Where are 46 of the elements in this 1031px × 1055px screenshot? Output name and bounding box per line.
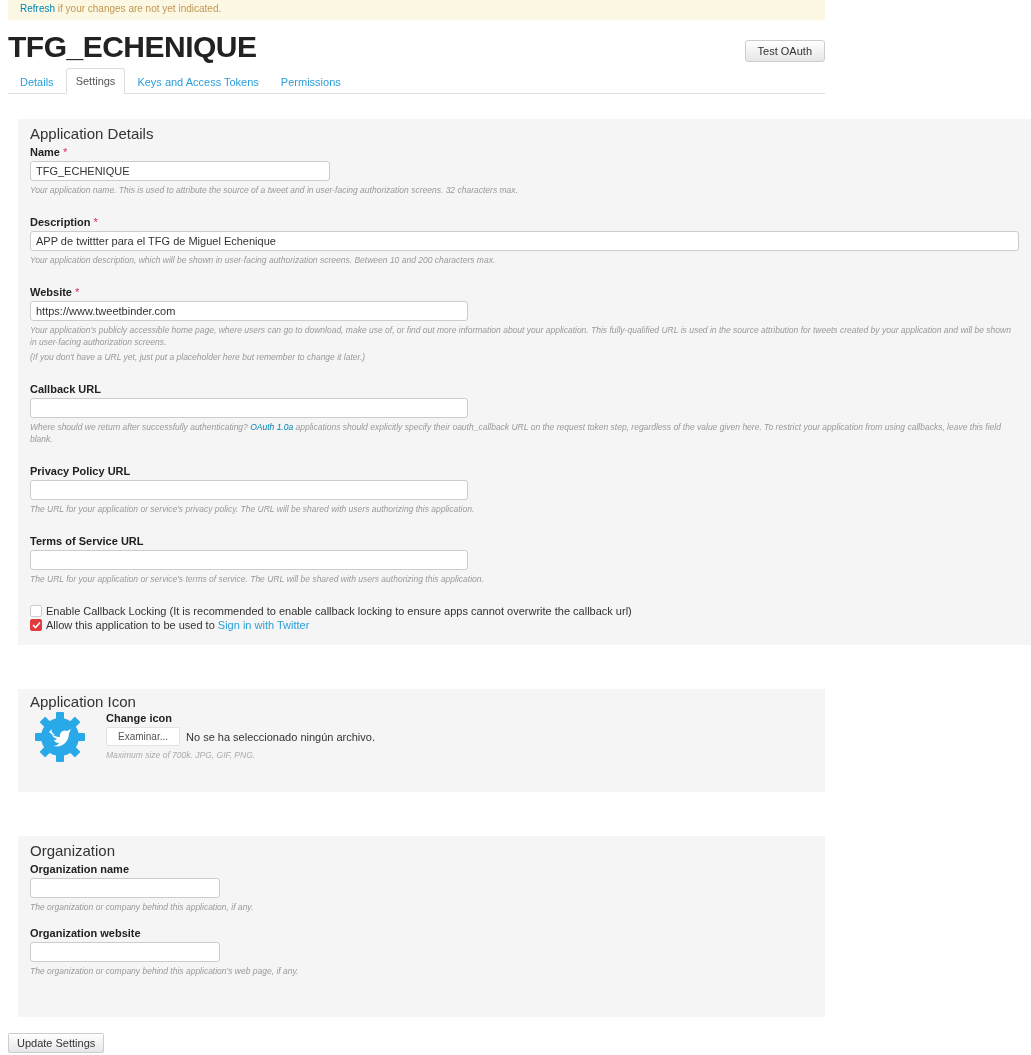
oauth-link[interactable]: OAuth 1.0a	[250, 422, 294, 432]
field-label: Website	[30, 286, 72, 298]
help-text: The organization or company behind this application, if any.	[30, 901, 255, 913]
update-settings-button[interactable]: Update Settings	[8, 1033, 105, 1053]
section-heading: Application Icon	[30, 693, 137, 710]
input-field[interactable]: https://www.tweetbinder.com	[30, 301, 468, 321]
required-asterisk: *	[62, 146, 68, 158]
file-status-text: No se ha seleccionado ningún archivo.	[186, 730, 375, 743]
section-heading: Application Details	[30, 125, 155, 142]
tab[interactable]: Settings	[65, 68, 126, 94]
field-label: Callback URL	[30, 383, 101, 395]
required-asterisk: *	[75, 286, 80, 298]
help-text: Your application's publicly accessible home page, where users can go to download, make use of, or find out more information about your application. This fully-qualified URL is used in the source attribution for tweets created by your application and will be shown in user-facing authorization screens.	[30, 324, 1012, 348]
checkbox-label: Allow this application to be used to Sign in with Twitter	[46, 619, 310, 631]
field-label: Organization name	[30, 863, 130, 875]
checkbox-label: Enable Callback Locking (It is recommended to enable callback locking to ensure apps cannot overwrite the callback url)	[46, 605, 632, 617]
input-field[interactable]	[30, 398, 468, 418]
input-field[interactable]	[30, 942, 220, 962]
help-text: Your application description, which will be shown in user-facing authorization screens. Between 10 and 200 characters max.	[30, 254, 497, 266]
app-title: TFG_ECHENIQUE	[8, 30, 257, 64]
input-field[interactable]	[30, 480, 468, 500]
help-text: The organization or company behind this application's web page, if any.	[30, 965, 300, 977]
input-field[interactable]: TFG_ECHENIQUE	[30, 161, 330, 181]
input-field[interactable]	[30, 878, 220, 898]
help-text: (If you don't have a URL yet, just put a placeholder here but remember to change it later.)	[30, 351, 367, 363]
notice-text: Refresh if your changes are not yet indicated.	[8, 0, 825, 20]
field-label: Terms of Service URL	[30, 535, 144, 547]
field-label: Organization website	[30, 927, 141, 939]
field-label: Description	[30, 216, 91, 228]
help-text: The URL for your application or service's privacy policy. The URL will be shared with users authorizing this application.	[30, 503, 476, 515]
checkbox[interactable]	[30, 619, 42, 631]
field-label: Change icon	[106, 712, 173, 724]
help-text: Maximum size of 700k. JPG, GIF, PNG.	[106, 750, 257, 760]
help-text: Where should we return after successfully authenticating? OAuth 1.0a applications should explicitly specify their oauth_callback URL on the request token step, regardless of the value given here. To restrict your application from using callbacks, leave this field blank.	[30, 421, 1002, 445]
field-label: Privacy Policy URL	[30, 465, 131, 477]
required-asterisk: *	[93, 216, 98, 228]
browse-button[interactable]: Examinar...	[106, 727, 181, 746]
section-heading: Organization	[30, 842, 117, 859]
help-text: Your application name. This is used to attribute the source of a tweet and in user-facing authorization screens. 32 characters max.	[30, 184, 519, 196]
field-label: Name	[30, 146, 60, 158]
test-oauth-button[interactable]: Test OAuth	[744, 40, 825, 62]
input-field[interactable]	[30, 550, 468, 570]
input-field[interactable]: APP de twittter para el TFG de Miguel Echenique	[30, 231, 1019, 251]
checkbox[interactable]	[30, 605, 42, 617]
help-text: The URL for your application or service's terms of service. The URL will be shared with users authorizing this application.	[30, 573, 485, 585]
refresh-link[interactable]: Refresh	[20, 3, 55, 14]
